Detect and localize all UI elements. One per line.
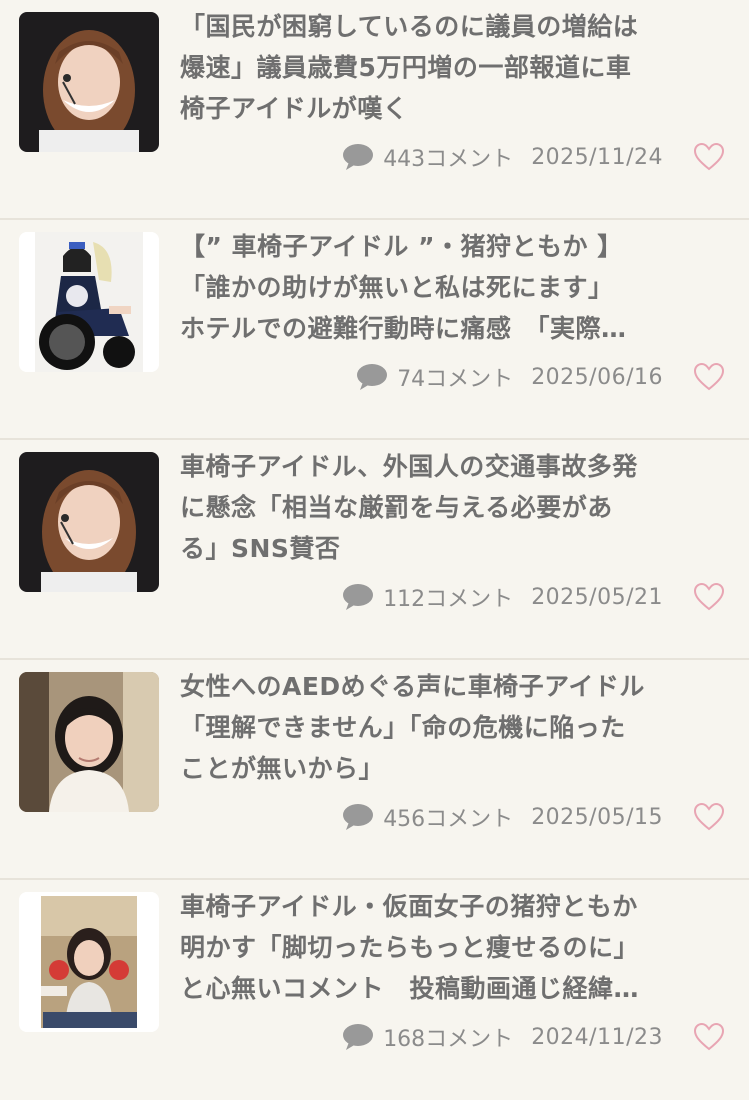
title-line: 爆速」議員歳費5万円増の一部報道に車 xyxy=(180,53,632,82)
title-line: と心無いコメント 投稿動画通じ経緯… xyxy=(180,974,640,1003)
article-title[interactable]: 「国民が困窮しているのに議員の増給は 爆速」議員歳費5万円増の一部報道に車 椅子… xyxy=(180,6,728,129)
comment-icon[interactable] xyxy=(342,803,374,831)
title-line: ホテルでの避難行動時に痛感 「実際… xyxy=(180,314,627,343)
comment-icon[interactable] xyxy=(342,143,374,171)
comment-count[interactable]: 168コメント xyxy=(383,1021,513,1053)
heart-icon[interactable] xyxy=(693,802,725,832)
article-meta: 168コメント 2024/11/23 xyxy=(342,1022,725,1052)
title-line: 車椅子アイドル・仮面女子の猪狩ともか xyxy=(180,892,638,921)
title-line: ことが無いから」 xyxy=(180,754,385,783)
article-date: 2024/11/23 xyxy=(531,1024,663,1050)
heart-icon[interactable] xyxy=(693,1022,725,1052)
title-line: 女性へのAEDめぐる声に車椅子アイドル xyxy=(180,672,645,701)
list-item[interactable]: 車椅子アイドル、外国人の交通事故多発 に懸念「相当な厳罰を与える必要があ る」S… xyxy=(0,440,749,660)
title-line: 「理解できません」「命の危機に陥った xyxy=(180,713,626,742)
article-meta: 443コメント 2025/11/24 xyxy=(342,142,725,172)
article-thumbnail[interactable] xyxy=(19,452,159,592)
article-date: 2025/06/16 xyxy=(531,364,663,390)
comment-icon[interactable] xyxy=(342,1023,374,1051)
title-line: 椅子アイドルが嘆く xyxy=(180,94,409,123)
list-item[interactable]: 【” 車椅子アイドル ”・猪狩ともか 】 「誰かの助けが無いと私は死にます」 ホ… xyxy=(0,220,749,440)
title-line: 車椅子アイドル、外国人の交通事故多発 xyxy=(180,452,638,481)
article-title[interactable]: 車椅子アイドル、外国人の交通事故多発 に懸念「相当な厳罰を与える必要があ る」S… xyxy=(180,446,728,569)
article-title[interactable]: 【” 車椅子アイドル ”・猪狩ともか 】 「誰かの助けが無いと私は死にます」 ホ… xyxy=(180,226,728,349)
article-meta: 112コメント 2025/05/21 xyxy=(342,582,725,612)
article-meta: 456コメント 2025/05/15 xyxy=(342,802,725,832)
comment-count[interactable]: 112コメント xyxy=(383,581,513,613)
article-date: 2025/11/24 xyxy=(531,144,663,170)
title-line: る」SNS賛否 xyxy=(180,534,341,563)
comment-icon[interactable] xyxy=(342,583,374,611)
article-list: 「国民が困窮しているのに議員の増給は 爆速」議員歳費5万円増の一部報道に車 椅子… xyxy=(0,0,749,1063)
list-item[interactable]: 「国民が困窮しているのに議員の増給は 爆速」議員歳費5万円増の一部報道に車 椅子… xyxy=(0,0,749,220)
list-item[interactable]: 女性へのAEDめぐる声に車椅子アイドル 「理解できません」「命の危機に陥った こ… xyxy=(0,660,749,880)
article-title[interactable]: 車椅子アイドル・仮面女子の猪狩ともか 明かす「脚切ったらもっと痩せるのに」 と心… xyxy=(180,886,728,1009)
list-item[interactable]: 車椅子アイドル・仮面女子の猪狩ともか 明かす「脚切ったらもっと痩せるのに」 と心… xyxy=(0,880,749,1100)
comment-count[interactable]: 74コメント xyxy=(397,361,513,393)
comment-icon[interactable] xyxy=(356,363,388,391)
article-date: 2025/05/15 xyxy=(531,804,663,830)
heart-icon[interactable] xyxy=(693,362,725,392)
title-line: 「誰かの助けが無いと私は死にます」 xyxy=(180,273,614,302)
heart-icon[interactable] xyxy=(693,142,725,172)
article-thumbnail[interactable] xyxy=(19,232,159,372)
title-line: 明かす「脚切ったらもっと痩せるのに」 xyxy=(180,933,640,962)
article-thumbnail[interactable] xyxy=(19,892,159,1032)
title-line: 「国民が困窮しているのに議員の増給は xyxy=(180,12,639,41)
article-thumbnail[interactable] xyxy=(19,12,159,152)
article-date: 2025/05/21 xyxy=(531,584,663,610)
comment-count[interactable]: 456コメント xyxy=(383,801,513,833)
title-line: 【” 車椅子アイドル ”・猪狩ともか 】 xyxy=(180,232,623,261)
article-thumbnail[interactable] xyxy=(19,672,159,812)
article-meta: 74コメント 2025/06/16 xyxy=(356,362,725,392)
article-title[interactable]: 女性へのAEDめぐる声に車椅子アイドル 「理解できません」「命の危機に陥った こ… xyxy=(180,666,728,789)
heart-icon[interactable] xyxy=(693,582,725,612)
comment-count[interactable]: 443コメント xyxy=(383,141,513,173)
title-line: に懸念「相当な厳罰を与える必要があ xyxy=(180,493,613,522)
